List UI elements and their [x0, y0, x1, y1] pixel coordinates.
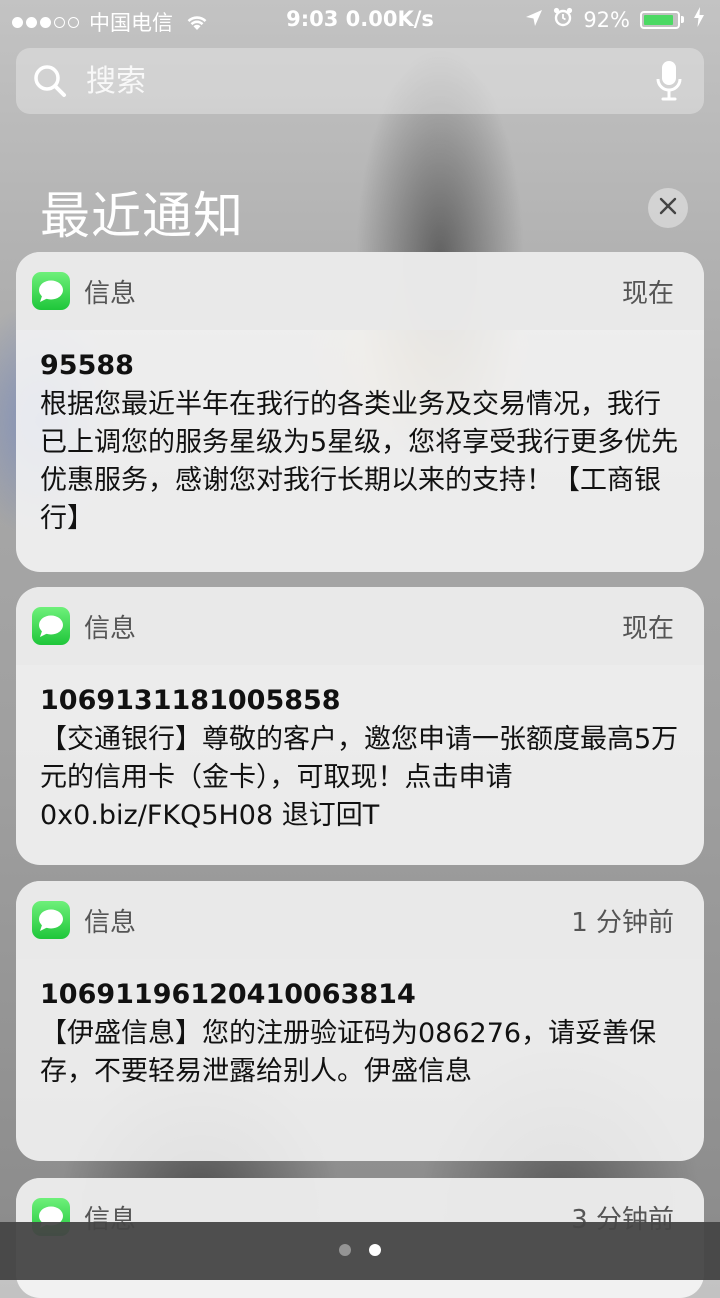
notification-time: 现在: [621, 613, 674, 644]
notification-body: 95588 根据您最近半年在我行的各类业务及交易情况，我行已上调您的服务星级为5…: [16, 330, 704, 538]
message-sender: 10691196120410063814: [40, 979, 416, 1010]
alarm-icon: [553, 7, 573, 32]
notification-header: 信息 现在: [16, 587, 704, 665]
clear-notifications-button[interactable]: [648, 188, 688, 228]
message-text: 根据您最近半年在我行的各类业务及交易情况，我行已上调您的服务星级为5星级，您将享…: [40, 389, 679, 534]
message-text: 【交通银行】尊敬的客户，邀您申请一张额度最高5万元的信用卡（金卡），可取现！点击…: [40, 724, 679, 831]
status-bar: 中国电信 9:03 0.00K/s 92%: [0, 0, 720, 40]
page-indicator[interactable]: [0, 1244, 720, 1256]
message-text: 【伊盛信息】您的注册验证码为086276，请妥善保存，不要轻易泄露给别人。伊盛信…: [40, 1018, 657, 1087]
section-title: 最近通知: [40, 187, 244, 245]
app-name: 信息: [84, 278, 137, 309]
message-sender: 95588: [40, 350, 134, 381]
page-dot[interactable]: [339, 1244, 351, 1256]
notification-card[interactable]: 信息 现在 95588 根据您最近半年在我行的各类业务及交易情况，我行已上调您的…: [16, 252, 704, 572]
messages-icon: [32, 607, 70, 645]
notification-header: 信息 现在: [16, 252, 704, 330]
notification-time: 现在: [621, 278, 674, 309]
app-name: 信息: [84, 907, 137, 938]
messages-icon: [32, 272, 70, 310]
search-input[interactable]: [84, 62, 656, 100]
notification-header: 信息 1 分钟前: [16, 881, 704, 959]
battery-icon: [640, 10, 684, 29]
notification-card[interactable]: 信息 1 分钟前 10691196120410063814 【伊盛信息】您的注册…: [16, 881, 704, 1161]
close-icon: [659, 197, 677, 219]
search-icon: [30, 61, 70, 101]
location-icon: [525, 8, 543, 32]
notification-time: 1 分钟前: [571, 907, 674, 938]
microphone-icon[interactable]: [656, 59, 682, 103]
charging-icon: [694, 7, 704, 32]
search-bar[interactable]: [16, 48, 704, 114]
notification-card[interactable]: 信息 现在 1069131181005858 【交通银行】尊敬的客户，邀您申请一…: [16, 587, 704, 865]
messages-icon: [32, 901, 70, 939]
notification-body: 10691196120410063814 【伊盛信息】您的注册验证码为08627…: [16, 959, 704, 1091]
app-name: 信息: [84, 613, 137, 644]
status-right: 92%: [525, 7, 704, 32]
battery-percent: 92%: [583, 7, 630, 32]
message-sender: 1069131181005858: [40, 685, 341, 716]
page-dot-active[interactable]: [369, 1244, 381, 1256]
notification-body: 1069131181005858 【交通银行】尊敬的客户，邀您申请一张额度最高5…: [16, 665, 704, 835]
